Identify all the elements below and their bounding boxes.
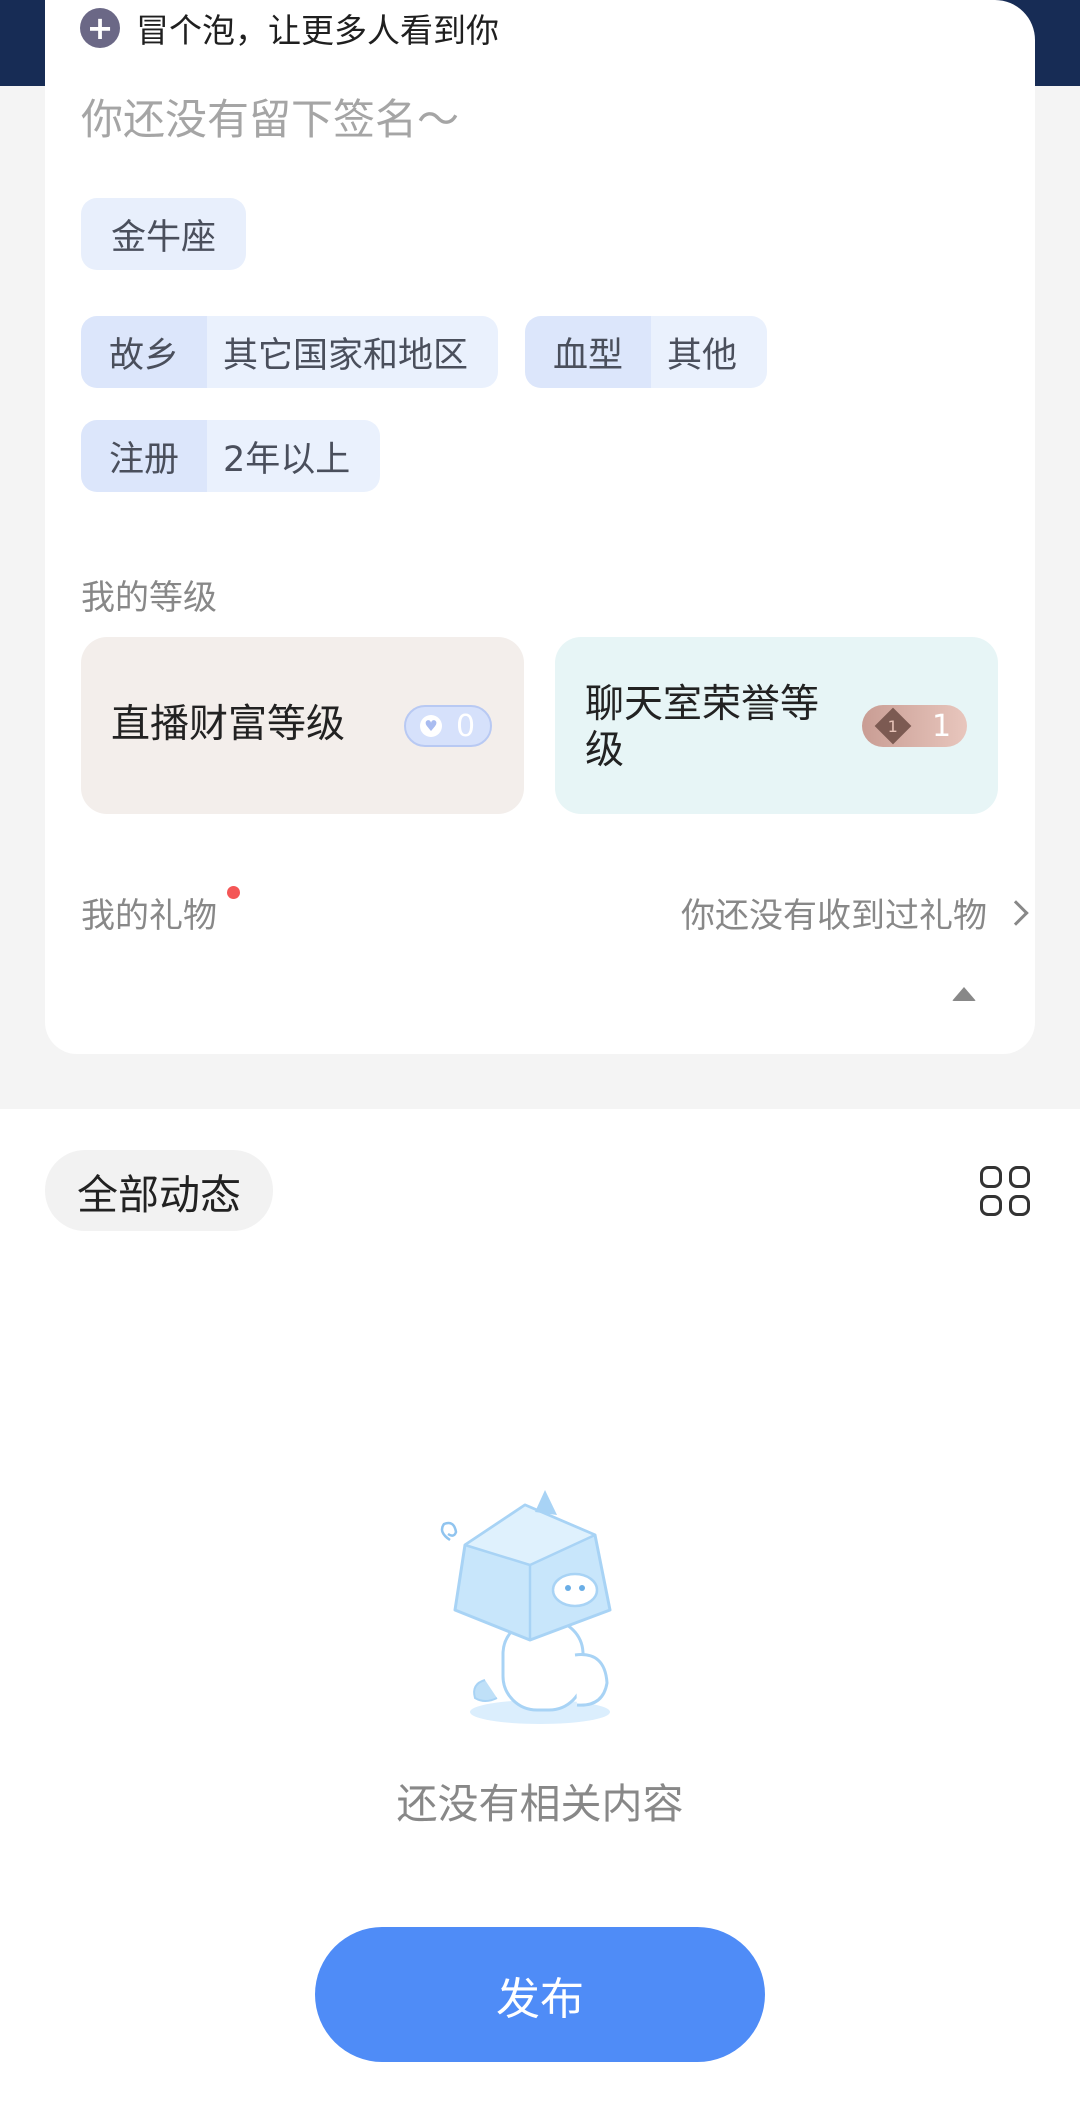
hometown-tag: 故乡 其它国家和地区 <box>81 316 499 388</box>
honor-level-card[interactable]: 聊天室荣誉等级 1 1 <box>555 637 998 814</box>
registered-tag: 注册 2年以上 <box>81 420 381 492</box>
empty-state-text: 还没有相关内容 <box>396 1780 684 1828</box>
publish-button[interactable]: 发布 <box>315 1927 765 2062</box>
grid-view-icon[interactable] <box>980 1166 1030 1216</box>
chevron-right-icon <box>1003 899 1029 926</box>
hometown-value: 其它国家和地区 <box>207 316 499 388</box>
bubble-prompt-text: 冒个泡，让更多人看到你 <box>136 11 499 50</box>
bubble-prompt[interactable]: + 冒个泡，让更多人看到你 <box>80 6 499 50</box>
feed-filter-pill[interactable]: 全部动态 <box>45 1150 273 1231</box>
honor-level-badge: 1 1 <box>862 705 967 747</box>
diamond-icon: 1 <box>874 707 912 745</box>
registered-value: 2年以上 <box>207 420 381 492</box>
collapse-up-icon[interactable] <box>952 987 976 1001</box>
wealth-level-value: 0 <box>456 708 476 744</box>
zodiac-label: 金牛座 <box>111 217 217 258</box>
wealth-level-card[interactable]: 直播财富等级 ♥ 0 <box>81 637 524 814</box>
signature-placeholder[interactable]: 你还没有留下签名～ <box>81 86 459 147</box>
gift-notification-dot <box>227 886 240 899</box>
blood-type-tag: 血型 其他 <box>525 316 768 388</box>
blood-type-key: 血型 <box>525 316 652 388</box>
honor-level-value: 1 <box>932 708 952 744</box>
levels-section-title: 我的等级 <box>81 578 217 618</box>
empty-state-illustration <box>440 1490 612 1724</box>
heart-icon: ♥ <box>420 715 442 737</box>
honor-level-title: 聊天室荣誉等级 <box>585 682 820 773</box>
wealth-level-badge: ♥ 0 <box>404 705 492 747</box>
hometown-key: 故乡 <box>81 316 208 388</box>
blood-type-value: 其他 <box>651 316 768 388</box>
gifts-empty-link[interactable]: 你还没有收到过礼物 <box>681 888 1029 937</box>
gifts-title[interactable]: 我的礼物 <box>81 888 217 937</box>
plus-icon: + <box>80 8 120 48</box>
wealth-level-title: 直播财富等级 <box>111 702 346 747</box>
gifts-empty-text: 你还没有收到过礼物 <box>681 896 987 936</box>
registered-key: 注册 <box>81 420 208 492</box>
zodiac-tag: 金牛座 <box>81 198 247 270</box>
